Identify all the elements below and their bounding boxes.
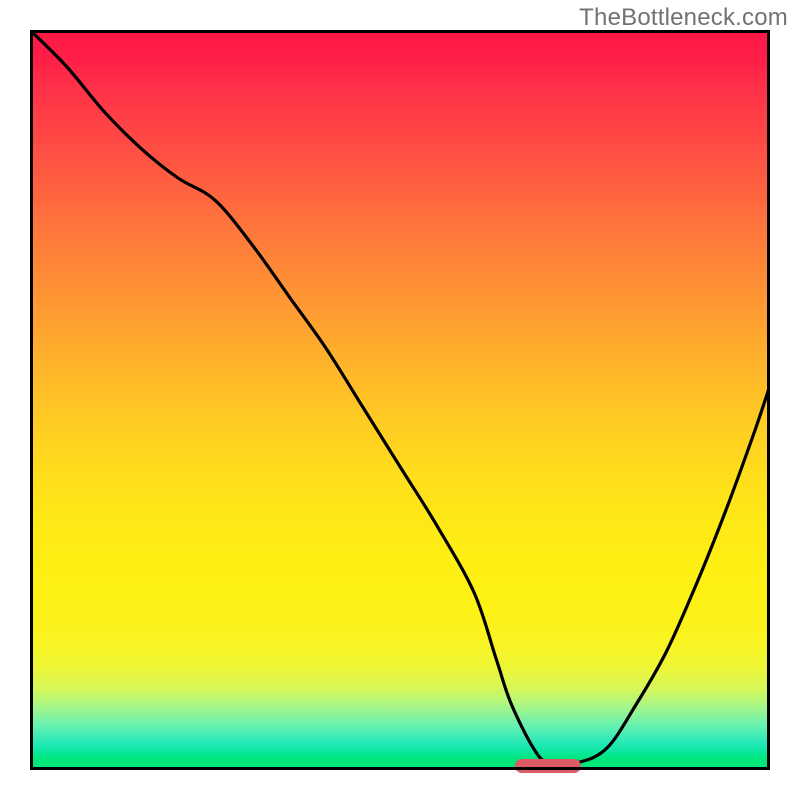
chart-container: TheBottleneck.com xyxy=(0,0,800,800)
chart-green-fade xyxy=(30,688,770,758)
watermark-text: TheBottleneck.com xyxy=(579,4,788,32)
minimum-marker xyxy=(515,759,582,773)
plot-frame xyxy=(30,30,770,770)
chart-background-gradient xyxy=(30,30,770,770)
chart-green-band xyxy=(30,758,770,770)
